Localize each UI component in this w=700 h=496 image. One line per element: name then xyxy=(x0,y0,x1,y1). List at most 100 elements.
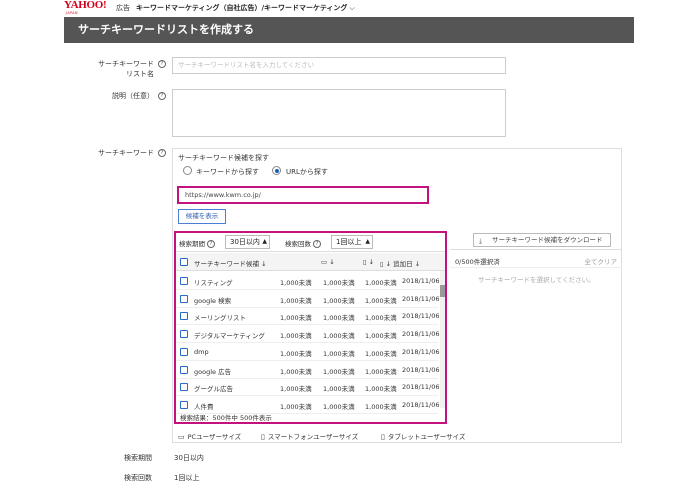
help-icon[interactable]: ? xyxy=(313,240,321,248)
scrollbar[interactable] xyxy=(440,271,445,408)
row-keyword: 人件費 xyxy=(194,402,214,411)
scrollbar-thumb[interactable] xyxy=(440,285,445,297)
row-checkbox[interactable] xyxy=(180,383,188,392)
row-sp-volume: 1,000未満 xyxy=(323,314,355,323)
account-selector[interactable]: キーワードマーケティング（自社広告）/キーワードマーケティング ⌵ xyxy=(136,3,355,13)
show-candidates-button[interactable]: 候補を表示 xyxy=(178,209,226,224)
row-checkbox[interactable] xyxy=(180,400,188,409)
description-label: 説明（任意）? xyxy=(80,91,166,101)
list-name-input[interactable]: サーチキーワードリスト名を入力してください xyxy=(172,57,506,74)
radio-url[interactable] xyxy=(272,166,281,175)
row-keyword: google 広告 xyxy=(194,367,232,376)
row-pc-volume: 1,000未満 xyxy=(280,402,312,411)
row-sp-volume: 1,000未満 xyxy=(323,349,355,358)
row-added-date: 2018/11/06 xyxy=(402,277,440,285)
col-smartphone[interactable]: ▯ ↓ xyxy=(363,258,374,266)
table-row[interactable]: グーグル広告 1,000未満 1,000未満 1,000未満 2018/11/06 xyxy=(176,378,439,397)
row-keyword: dmp xyxy=(194,347,209,356)
row-sp-volume: 1,000未満 xyxy=(323,296,355,305)
selected-count: 0/500件選択済 xyxy=(455,258,500,266)
table-row[interactable]: google 広告 1,000未満 1,000未満 1,000未満 2018/11/06 xyxy=(176,361,440,379)
description-label-text: 説明（任意） xyxy=(112,92,154,100)
row-checkbox[interactable] xyxy=(180,347,188,356)
list-name-label: サーチキーワード? リスト名 xyxy=(80,59,166,79)
help-icon[interactable]: ? xyxy=(158,92,166,100)
summary-count-value: 1回以上 xyxy=(174,474,200,482)
table-header: サーチキーワード候補 ↓ ▭ ↓ ▯ ↓ ▯ ↓ 追加日 ↓ xyxy=(176,253,445,271)
description-textarea[interactable] xyxy=(172,89,506,137)
radio-url-label[interactable]: URLから探す xyxy=(286,167,328,177)
period-label: 検索期間? xyxy=(179,238,215,248)
monitor-icon: ▭ xyxy=(178,433,185,441)
col-tablet[interactable]: ▯ ↓ 追加日 ↓ xyxy=(380,258,420,268)
list-name-label-line1: サーチキーワード xyxy=(98,60,154,68)
row-added-date: 2018/11/06 xyxy=(402,312,440,321)
row-checkbox[interactable] xyxy=(180,312,188,321)
list-name-placeholder: サーチキーワードリスト名を入力してください xyxy=(178,61,315,69)
monitor-icon: ▭ xyxy=(321,258,328,266)
download-button[interactable]: ⤓ サーチキーワード候補をダウンロード xyxy=(473,233,611,247)
table-row[interactable]: リスティング 1,000未満 1,000未満 1,000未満 2018/11/06 xyxy=(176,272,440,290)
device-smartphone: ▯ スマートフォンユーザーサイズ xyxy=(261,433,359,441)
row-checkbox[interactable] xyxy=(180,365,188,374)
logo-ad-text: 広告 xyxy=(116,4,130,12)
clear-all-link[interactable]: 全てクリア xyxy=(585,256,618,266)
row-pc-volume: 1,000未満 xyxy=(280,367,312,376)
smartphone-icon: ▯ xyxy=(261,433,265,441)
help-icon[interactable]: ? xyxy=(158,149,166,157)
download-button-label: サーチキーワード候補をダウンロード xyxy=(492,236,603,244)
radio-keyword-label[interactable]: キーワードから探す xyxy=(196,167,259,177)
selected-count-row: 0/500件選択済 全てクリア xyxy=(450,251,622,268)
finder-title: サーチキーワード候補を探す xyxy=(178,154,269,162)
row-sp-volume: 1,000未満 xyxy=(323,402,355,411)
table-row[interactable]: メーリングリスト 1,000未満 1,000未満 1,000未満 2018/11/06 xyxy=(176,307,440,326)
row-added-date: 2018/11/06 xyxy=(402,347,440,356)
row-keyword: google 検索 xyxy=(194,296,232,305)
select-all-checkbox[interactable] xyxy=(180,258,188,266)
smartphone-icon: ▯ xyxy=(363,258,367,266)
row-tablet-volume: 1,000未満 xyxy=(365,279,397,287)
table-row[interactable]: デジタルマーケティング 1,000未満 1,000未満 1,000未満 2018/11/… xyxy=(176,325,439,344)
count-select[interactable]: 1回以上 ▲ xyxy=(331,235,373,249)
row-checkbox[interactable] xyxy=(180,277,188,285)
row-tablet-volume: 1,000未満 xyxy=(365,367,397,376)
help-icon[interactable]: ? xyxy=(207,240,215,248)
url-value: https://www.kwm.co.jp/ xyxy=(185,191,261,199)
table-row[interactable]: dmp 1,000未満 1,000未満 1,000未満 2018/11/06 xyxy=(176,343,440,361)
candidate-table: 検索期間? 30日以内 ▲ 検索回数? 1回以上 ▲ サーチキーワード候補 ↓ ▭ … xyxy=(174,231,447,424)
col-pc[interactable]: ▭ ↓ xyxy=(321,258,335,266)
row-sp-volume: 1,000未満 xyxy=(323,332,355,341)
period-select[interactable]: 30日以内 ▲ xyxy=(225,235,270,249)
yahoo-logo[interactable]: YAHOO! JAPAN 広告 xyxy=(64,0,130,16)
radio-keyword[interactable] xyxy=(183,166,192,175)
row-added-date: 2018/11/06 xyxy=(402,365,440,374)
row-checkbox[interactable] xyxy=(180,294,188,303)
list-name-label-line2: リスト名 xyxy=(126,70,154,78)
row-added-date: 2018/11/06 xyxy=(402,400,440,409)
col-keyword[interactable]: サーチキーワード候補 ↓ xyxy=(194,258,267,268)
row-tablet-volume: 1,000未満 xyxy=(365,314,397,323)
device-pc: ▭ PCユーザーサイズ xyxy=(178,433,242,441)
table-row[interactable]: google 検索 1,000未満 1,000未満 1,000未満 2018/11/06 xyxy=(176,290,439,308)
row-sp-volume: 1,000未満 xyxy=(323,367,355,376)
row-tablet-volume: 1,000未満 xyxy=(365,349,397,358)
summary-count-label: 検索回数 xyxy=(124,474,152,482)
sort-arrows-icon: ▲ xyxy=(365,238,370,245)
chevron-down-icon: ⌵ xyxy=(349,4,355,12)
url-input[interactable]: https://www.kwm.co.jp/ xyxy=(177,186,429,204)
row-pc-volume: 1,000未満 xyxy=(280,314,312,323)
row-tablet-volume: 1,000未満 xyxy=(365,296,397,305)
row-tablet-volume: 1,000未満 xyxy=(365,385,397,394)
summary-period-value: 30日以内 xyxy=(174,454,204,462)
device-tablet: ▯ タブレットユーザーサイズ xyxy=(381,433,466,441)
row-keyword: リスティング xyxy=(194,279,233,287)
row-tablet-volume: 1,000未満 xyxy=(365,402,397,411)
row-checkbox[interactable] xyxy=(180,330,188,339)
keyword-label-text: サーチキーワード xyxy=(98,149,154,157)
row-sp-volume: 1,000未満 xyxy=(323,279,355,287)
row-sp-volume: 1,000未満 xyxy=(323,385,355,394)
results-count: 検索結果：500件中 500件表示 xyxy=(180,414,272,422)
help-icon[interactable]: ? xyxy=(158,60,166,68)
row-pc-volume: 1,000未満 xyxy=(280,279,312,287)
empty-message: サーチキーワードを選択してください。 xyxy=(478,276,595,284)
